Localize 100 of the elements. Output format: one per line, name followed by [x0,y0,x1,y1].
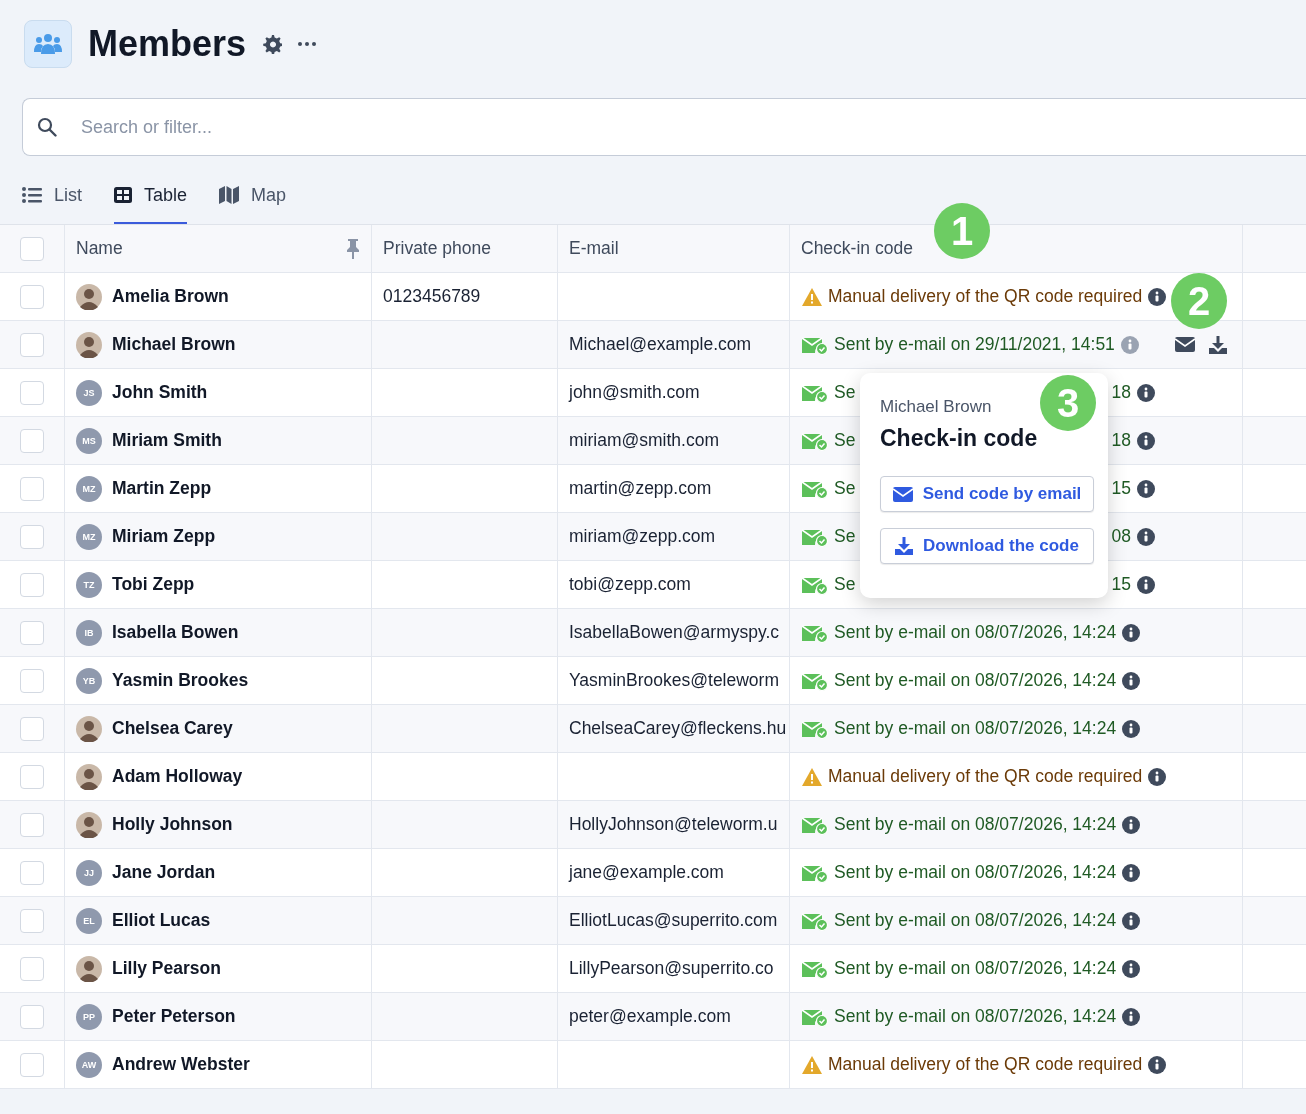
avatar-initials: YB [76,667,102,694]
avatar-initials: TZ [76,571,102,598]
avatar-icon [76,283,102,310]
status-text: Sent by e-mail on 29/11/2021, 14:51 [834,334,1115,355]
send-email-button[interactable]: Send code by email [880,476,1094,512]
download-icon [895,537,914,555]
table-cell: HollyJohnson@teleworm.u [569,814,778,835]
member-name: Isabella Bowen [112,622,239,643]
info-icon[interactable] [1122,1007,1141,1026]
info-icon[interactable] [1137,383,1155,402]
member-name: Peter Peterson [112,1006,236,1027]
member-name: Miriam Smith [112,430,222,451]
table-cell: peter@example.com [569,1006,731,1027]
status-text: Se [834,526,856,547]
download-button[interactable]: Download the code [880,528,1094,564]
table-cell: jane@example.com [569,862,724,883]
status-text: Se [834,430,856,451]
avatar-initials: IB [76,619,102,646]
table-cell: miriam@zepp.com [569,526,716,547]
table-cell: 0123456789 [383,286,481,307]
status-text: Se [834,574,856,595]
row-checkbox[interactable] [20,716,44,741]
column-header[interactable]: Name [76,238,336,259]
column-header[interactable]: E-mail [569,238,619,259]
table-icon [114,187,132,203]
view-tab[interactable]: List [22,168,82,224]
avatar-initials: MZ [76,475,102,502]
member-name: Tobi Zepp [112,574,195,595]
status-text: 18 [1111,382,1131,403]
status-text: Sent by e-mail on 08/07/2026, 14:24 [834,958,1117,979]
search-icon [37,117,57,137]
row-checkbox[interactable] [20,1052,44,1077]
info-icon[interactable] [1122,671,1141,690]
info-icon[interactable] [1137,575,1155,594]
row-checkbox[interactable] [20,428,44,453]
search-field[interactable]: Search or filter... [22,98,1306,156]
row-checkbox[interactable] [20,380,44,405]
info-icon[interactable] [1148,767,1167,786]
member-name: Holly Johnson [112,814,233,835]
column-header[interactable]: Private phone [383,238,491,259]
email-icon[interactable] [1175,337,1195,352]
member-name: Miriam Zepp [112,526,216,547]
table-cell: ElliotLucas@superrito.com [569,910,778,931]
info-icon[interactable] [1137,479,1155,498]
info-icon[interactable] [1148,287,1167,306]
popover-title: Check-in code [880,425,1039,452]
table-cell: ChelseaCarey@fleckens.hu [569,718,787,739]
table-cell: miriam@smith.com [569,430,719,451]
settings-icon[interactable] [262,34,283,54]
row-checkbox[interactable] [20,524,44,549]
info-icon[interactable] [1122,863,1141,882]
info-icon[interactable] [1122,719,1141,738]
status-text: 15 [1111,478,1131,499]
view-tab[interactable]: Map [219,168,287,224]
warning-icon [802,767,822,786]
status-text: Sent by e-mail on 08/07/2026, 14:24 [834,622,1117,643]
pin-icon[interactable] [346,238,360,259]
column-header[interactable]: Check-in code [801,238,913,259]
row-checkbox[interactable] [20,764,44,789]
more-icon[interactable] [298,42,317,46]
status-text: 15 [1111,574,1131,595]
row-checkbox[interactable] [20,476,44,501]
row-checkbox[interactable] [20,908,44,933]
info-icon[interactable] [1137,431,1155,450]
table-cell: john@smith.com [569,382,700,403]
info-icon[interactable] [1122,911,1141,930]
info-icon[interactable] [1122,815,1141,834]
row-checkbox[interactable] [20,1004,44,1029]
warning-icon [802,287,822,306]
row-checkbox[interactable] [20,332,44,357]
info-icon[interactable] [1148,1055,1167,1074]
row-checkbox[interactable] [20,956,44,981]
select-all-checkbox[interactable] [20,236,44,261]
row-checkbox[interactable] [20,620,44,645]
row-checkbox[interactable] [20,812,44,837]
avatar-icon [76,811,102,838]
info-icon[interactable] [1122,959,1141,978]
info-icon[interactable] [1122,623,1141,642]
table-cell: martin@zepp.com [569,478,712,499]
row-checkbox[interactable] [20,860,44,885]
row-checkbox[interactable] [20,284,44,309]
info-icon[interactable] [1137,527,1155,546]
row-checkbox[interactable] [20,572,44,597]
member-name: Yasmin Brookes [112,670,249,691]
avatar-initials: EL [76,907,102,934]
step-number: 1 [934,203,990,259]
avatar-icon [76,331,102,358]
row-checkbox[interactable] [20,668,44,693]
member-name: Lilly Pearson [112,958,221,979]
table-cell: LillyPearson@superrito.co [569,958,774,979]
status-text: Manual delivery of the QR code required [828,766,1143,787]
member-name: Jane Jordan [112,862,216,883]
status-text: Sent by e-mail on 08/07/2026, 14:24 [834,718,1117,739]
warning-icon [802,1055,822,1074]
status-text: Sent by e-mail on 08/07/2026, 14:24 [834,910,1117,931]
popover-subtitle: Michael Brown [880,397,992,417]
member-name: Amelia Brown [112,286,229,307]
download-icon[interactable] [1209,335,1227,354]
status-text: Sent by e-mail on 08/07/2026, 14:24 [834,670,1117,691]
avatar-initials: MS [76,427,102,454]
